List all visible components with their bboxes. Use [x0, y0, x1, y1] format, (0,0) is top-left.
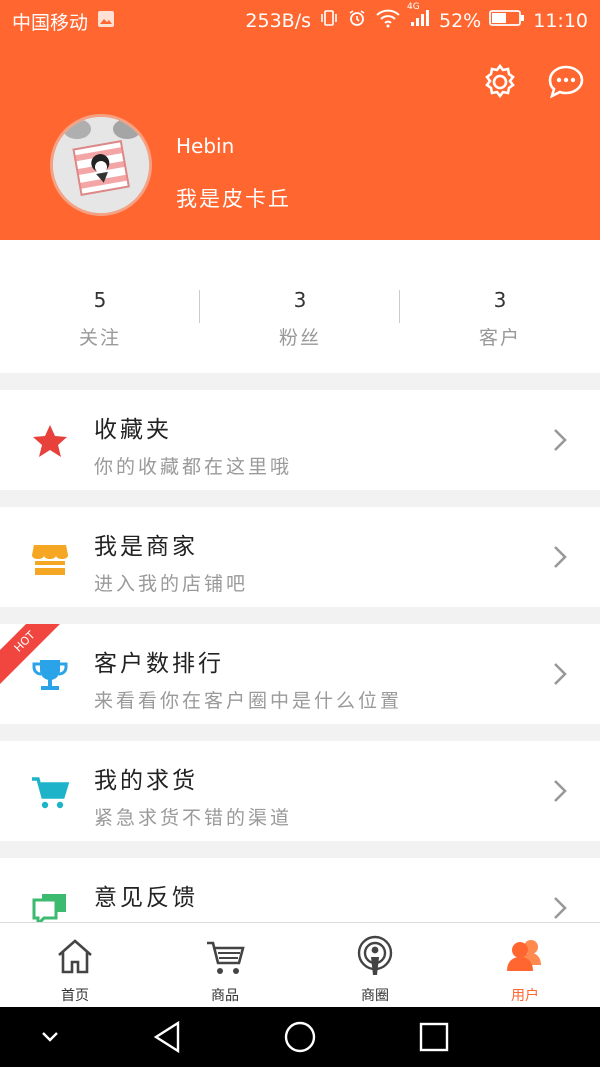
cart-icon	[205, 935, 245, 979]
user-icon	[505, 935, 545, 979]
carrier-label: 中国移动	[12, 12, 89, 34]
battery-percent: 52%	[439, 9, 482, 32]
system-nav-bar	[0, 1007, 600, 1067]
menu-title: 我是商家	[94, 534, 198, 560]
home-icon	[55, 935, 95, 979]
trophy-icon	[30, 656, 70, 696]
tab-label: 商圈	[361, 988, 389, 1004]
recent-apps-icon[interactable]	[418, 1021, 450, 1057]
username: Hebin	[176, 134, 235, 158]
stat-label: 粉丝	[278, 327, 321, 349]
stat-following[interactable]: 5 关注	[0, 240, 200, 373]
network-speed: 253B/s	[245, 9, 311, 32]
menu-item-favorites[interactable]: 收藏夹 你的收藏都在这里哦	[0, 390, 600, 490]
collapse-icon[interactable]	[38, 1027, 62, 1051]
star-icon	[30, 422, 70, 462]
chevron-right-icon	[548, 894, 572, 922]
chevron-right-icon	[548, 543, 572, 571]
menu-subtitle: 你的收藏都在这里哦	[94, 456, 293, 478]
stat-value: 5	[93, 288, 107, 312]
user-signature: 我是皮卡丘	[176, 187, 291, 211]
tab-home[interactable]: 首页	[0, 923, 150, 1008]
network-type: 4G	[407, 2, 420, 12]
home-button-icon[interactable]	[282, 1019, 318, 1059]
shop-icon	[30, 539, 70, 579]
signal-icon: 4G	[407, 2, 431, 33]
menu-subtitle: 来看看你在客户圈中是什么位置	[94, 690, 403, 712]
stat-value: 3	[493, 288, 507, 312]
chevron-right-icon	[548, 777, 572, 805]
feedback-icon	[30, 890, 70, 922]
message-icon[interactable]	[546, 62, 586, 102]
menu-item-my-requests[interactable]: 我的求货 紧急求货不错的渠道	[0, 741, 600, 841]
podcast-icon	[355, 935, 395, 979]
clock: 11:10	[533, 9, 588, 32]
menu-item-feedback[interactable]: 意见反馈	[0, 858, 600, 922]
chevron-right-icon	[548, 426, 572, 454]
chevron-right-icon	[548, 660, 572, 688]
status-bar: 中国移动 253B/s 4G 52% 11:10	[0, 0, 600, 40]
tab-label: 首页	[61, 988, 89, 1004]
tab-products[interactable]: 商品	[150, 923, 300, 1008]
stat-label: 关注	[78, 327, 121, 349]
stat-value: 3	[293, 288, 307, 312]
menu-title: 客户数排行	[94, 651, 224, 677]
menu-subtitle: 紧急求货不错的渠道	[94, 807, 293, 829]
menu-item-merchant[interactable]: 我是商家 进入我的店铺吧	[0, 507, 600, 607]
avatar[interactable]	[50, 114, 152, 216]
stat-fans[interactable]: 3 粉丝	[200, 240, 400, 373]
stat-customers[interactable]: 3 客户	[400, 240, 600, 373]
battery-icon	[489, 8, 525, 33]
menu-title: 我的求货	[94, 768, 198, 794]
wifi-icon	[375, 8, 401, 33]
alarm-icon	[347, 8, 367, 33]
stats-panel: 5 关注 3 粉丝 3 客户	[0, 240, 600, 373]
menu-title: 意见反馈	[94, 885, 198, 911]
bottom-nav: 首页 商品 商圈 用户	[0, 922, 600, 1008]
profile-header: Hebin 我是皮卡丘	[0, 40, 600, 240]
tab-business-circle[interactable]: 商圈	[300, 923, 450, 1008]
tab-label: 商品	[211, 988, 239, 1004]
tab-user[interactable]: 用户	[450, 923, 600, 1008]
menu-item-customer-ranking[interactable]: HOT 客户数排行 来看看你在客户圈中是什么位置	[0, 624, 600, 724]
vibrate-icon	[319, 8, 339, 33]
back-icon[interactable]	[150, 1019, 184, 1059]
settings-icon[interactable]	[480, 62, 520, 102]
gallery-notification-icon	[96, 9, 116, 34]
cart-icon	[30, 773, 70, 813]
menu-title: 收藏夹	[94, 417, 172, 443]
stat-label: 客户	[478, 327, 521, 349]
tab-label: 用户	[511, 988, 539, 1004]
menu-subtitle: 进入我的店铺吧	[94, 573, 249, 595]
